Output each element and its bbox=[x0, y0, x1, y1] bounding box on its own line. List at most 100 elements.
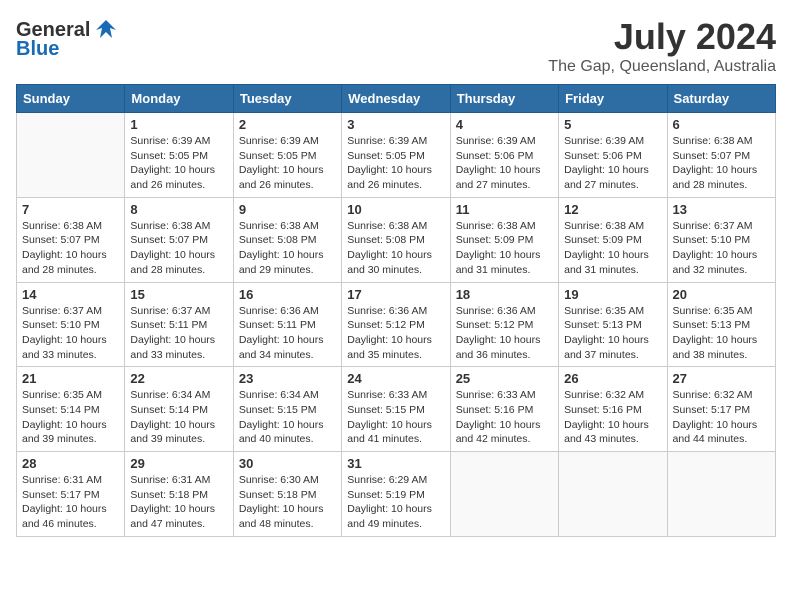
logo-blue-text: Blue bbox=[16, 38, 59, 61]
day-number: 18 bbox=[456, 287, 553, 302]
calendar-day-cell: 12 Sunrise: 6:38 AMSunset: 5:09 PMDayligh… bbox=[559, 197, 667, 282]
day-number: 14 bbox=[22, 287, 119, 302]
day-info: Sunrise: 6:38 AMSunset: 5:08 PMDaylight:… bbox=[239, 219, 336, 278]
calendar-day-cell: 7Sunrise: 6:38 AMSunset: 5:07 PMDaylight… bbox=[17, 197, 125, 282]
day-info: Sunrise: 6:37 AMSunset: 5:10 PMDaylight:… bbox=[22, 304, 119, 363]
day-info: Sunrise: 6:39 AMSunset: 5:05 PMDaylight:… bbox=[239, 134, 336, 193]
calendar-day-cell: 28Sunrise: 6:31 AMSunset: 5:17 PMDayligh… bbox=[17, 452, 125, 537]
calendar-week-row: 21 Sunrise: 6:35 AMSunset: 5:14 PMDayligh… bbox=[17, 367, 776, 452]
calendar-day-cell bbox=[559, 452, 667, 537]
day-info: Sunrise: 6:38 AMSunset: 5:08 PMDaylight:… bbox=[347, 219, 444, 278]
day-number: 23 bbox=[239, 371, 336, 386]
day-number: 16 bbox=[239, 287, 336, 302]
day-number: 30 bbox=[239, 456, 336, 471]
weekday-header: Sunday bbox=[17, 85, 125, 113]
day-info: Sunrise: 6:36 AMSunset: 5:11 PMDaylight:… bbox=[239, 304, 336, 363]
day-number: 31 bbox=[347, 456, 444, 471]
calendar-day-cell: 2Sunrise: 6:39 AMSunset: 5:05 PMDaylight… bbox=[233, 113, 341, 198]
day-number: 4 bbox=[456, 117, 553, 132]
calendar-day-cell: 3 Sunrise: 6:39 AMSunset: 5:05 PMDaylight… bbox=[342, 113, 450, 198]
day-info: Sunrise: 6:37 AMSunset: 5:10 PMDaylight:… bbox=[673, 219, 770, 278]
day-info: Sunrise: 6:39 AMSunset: 5:06 PMDaylight:… bbox=[456, 134, 553, 193]
calendar-day-cell: 11 Sunrise: 6:38 AMSunset: 5:09 PMDayligh… bbox=[450, 197, 558, 282]
calendar-day-cell: 24Sunrise: 6:33 AMSunset: 5:15 PMDayligh… bbox=[342, 367, 450, 452]
day-number: 17 bbox=[347, 287, 444, 302]
day-info: Sunrise: 6:34 AMSunset: 5:14 PMDaylight:… bbox=[130, 388, 227, 447]
calendar-day-cell: 30Sunrise: 6:30 AMSunset: 5:18 PMDayligh… bbox=[233, 452, 341, 537]
title-block: July 2024 The Gap, Queensland, Australia bbox=[548, 16, 776, 76]
calendar-week-row: 28Sunrise: 6:31 AMSunset: 5:17 PMDayligh… bbox=[17, 452, 776, 537]
day-number: 21 bbox=[22, 371, 119, 386]
day-number: 20 bbox=[673, 287, 770, 302]
logo: General Blue bbox=[16, 16, 120, 61]
day-number: 25 bbox=[456, 371, 553, 386]
day-info: Sunrise: 6:39 AMSunset: 5:06 PMDaylight:… bbox=[564, 134, 661, 193]
calendar-day-cell: 31 Sunrise: 6:29 AMSunset: 5:19 PMDayligh… bbox=[342, 452, 450, 537]
day-number: 19 bbox=[564, 287, 661, 302]
day-info: Sunrise: 6:39 AMSunset: 5:05 PMDaylight:… bbox=[347, 134, 444, 193]
day-info: Sunrise: 6:38 AMSunset: 5:09 PMDaylight:… bbox=[564, 219, 661, 278]
day-info: Sunrise: 6:35 AMSunset: 5:14 PMDaylight:… bbox=[22, 388, 119, 447]
page-header: General Blue July 2024 The Gap, Queensla… bbox=[16, 16, 776, 76]
calendar-day-cell: 15Sunrise: 6:37 AMSunset: 5:11 PMDayligh… bbox=[125, 282, 233, 367]
day-number: 12 bbox=[564, 202, 661, 217]
calendar-day-cell: 8 Sunrise: 6:38 AMSunset: 5:07 PMDaylight… bbox=[125, 197, 233, 282]
calendar-day-cell: 6 Sunrise: 6:38 AMSunset: 5:07 PMDaylight… bbox=[667, 113, 775, 198]
day-info: Sunrise: 6:38 AMSunset: 5:07 PMDaylight:… bbox=[130, 219, 227, 278]
weekday-header: Saturday bbox=[667, 85, 775, 113]
day-number: 6 bbox=[673, 117, 770, 132]
calendar-day-cell bbox=[17, 113, 125, 198]
day-info: Sunrise: 6:38 AMSunset: 5:09 PMDaylight:… bbox=[456, 219, 553, 278]
day-info: Sunrise: 6:36 AMSunset: 5:12 PMDaylight:… bbox=[456, 304, 553, 363]
day-info: Sunrise: 6:29 AMSunset: 5:19 PMDaylight:… bbox=[347, 473, 444, 532]
weekday-header: Thursday bbox=[450, 85, 558, 113]
calendar-day-cell: 14 Sunrise: 6:37 AMSunset: 5:10 PMDayligh… bbox=[17, 282, 125, 367]
location-title: The Gap, Queensland, Australia bbox=[548, 58, 776, 76]
day-number: 1 bbox=[130, 117, 227, 132]
day-info: Sunrise: 6:31 AMSunset: 5:17 PMDaylight:… bbox=[22, 473, 119, 532]
day-number: 9 bbox=[239, 202, 336, 217]
day-info: Sunrise: 6:35 AMSunset: 5:13 PMDaylight:… bbox=[564, 304, 661, 363]
day-number: 10 bbox=[347, 202, 444, 217]
day-info: Sunrise: 6:32 AMSunset: 5:16 PMDaylight:… bbox=[564, 388, 661, 447]
calendar-week-row: 1 Sunrise: 6:39 AMSunset: 5:05 PMDaylight… bbox=[17, 113, 776, 198]
day-number: 11 bbox=[456, 202, 553, 217]
weekday-header: Tuesday bbox=[233, 85, 341, 113]
calendar-header-row: SundayMondayTuesdayWednesdayThursdayFrid… bbox=[17, 85, 776, 113]
calendar-day-cell: 25 Sunrise: 6:33 AMSunset: 5:16 PMDayligh… bbox=[450, 367, 558, 452]
day-number: 13 bbox=[673, 202, 770, 217]
calendar-day-cell bbox=[667, 452, 775, 537]
calendar-day-cell: 22 Sunrise: 6:34 AMSunset: 5:14 PMDayligh… bbox=[125, 367, 233, 452]
calendar-day-cell: 26Sunrise: 6:32 AMSunset: 5:16 PMDayligh… bbox=[559, 367, 667, 452]
calendar-day-cell: 16 Sunrise: 6:36 AMSunset: 5:11 PMDayligh… bbox=[233, 282, 341, 367]
day-number: 22 bbox=[130, 371, 227, 386]
day-number: 24 bbox=[347, 371, 444, 386]
calendar-day-cell: 20Sunrise: 6:35 AMSunset: 5:13 PMDayligh… bbox=[667, 282, 775, 367]
calendar-day-cell: 5Sunrise: 6:39 AMSunset: 5:06 PMDaylight… bbox=[559, 113, 667, 198]
day-number: 8 bbox=[130, 202, 227, 217]
calendar-day-cell: 18 Sunrise: 6:36 AMSunset: 5:12 PMDayligh… bbox=[450, 282, 558, 367]
calendar-week-row: 14 Sunrise: 6:37 AMSunset: 5:10 PMDayligh… bbox=[17, 282, 776, 367]
weekday-header: Friday bbox=[559, 85, 667, 113]
calendar-day-cell: 21 Sunrise: 6:35 AMSunset: 5:14 PMDayligh… bbox=[17, 367, 125, 452]
logo-bird-icon bbox=[92, 16, 120, 44]
calendar-day-cell: 9 Sunrise: 6:38 AMSunset: 5:08 PMDaylight… bbox=[233, 197, 341, 282]
calendar-day-cell: 17 Sunrise: 6:36 AMSunset: 5:12 PMDayligh… bbox=[342, 282, 450, 367]
calendar-day-cell: 27Sunrise: 6:32 AMSunset: 5:17 PMDayligh… bbox=[667, 367, 775, 452]
calendar-day-cell: 23Sunrise: 6:34 AMSunset: 5:15 PMDayligh… bbox=[233, 367, 341, 452]
day-info: Sunrise: 6:38 AMSunset: 5:07 PMDaylight:… bbox=[673, 134, 770, 193]
day-number: 29 bbox=[130, 456, 227, 471]
calendar-week-row: 7 Sunrise: 6:38 AMSunset: 5:07 PMDaylight… bbox=[17, 197, 776, 282]
day-info: Sunrise: 6:36 AMSunset: 5:12 PMDaylight:… bbox=[347, 304, 444, 363]
day-info: Sunrise: 6:33 AMSunset: 5:16 PMDaylight:… bbox=[456, 388, 553, 447]
day-number: 15 bbox=[130, 287, 227, 302]
calendar-day-cell bbox=[450, 452, 558, 537]
day-info: Sunrise: 6:32 AMSunset: 5:17 PMDaylight:… bbox=[673, 388, 770, 447]
day-info: Sunrise: 6:31 AMSunset: 5:18 PMDaylight:… bbox=[130, 473, 227, 532]
weekday-header: Monday bbox=[125, 85, 233, 113]
calendar-day-cell: 29 Sunrise: 6:31 AMSunset: 5:18 PMDayligh… bbox=[125, 452, 233, 537]
month-title: July 2024 bbox=[548, 16, 776, 58]
day-info: Sunrise: 6:39 AMSunset: 5:05 PMDaylight:… bbox=[130, 134, 227, 193]
day-number: 7 bbox=[22, 202, 119, 217]
day-number: 3 bbox=[347, 117, 444, 132]
